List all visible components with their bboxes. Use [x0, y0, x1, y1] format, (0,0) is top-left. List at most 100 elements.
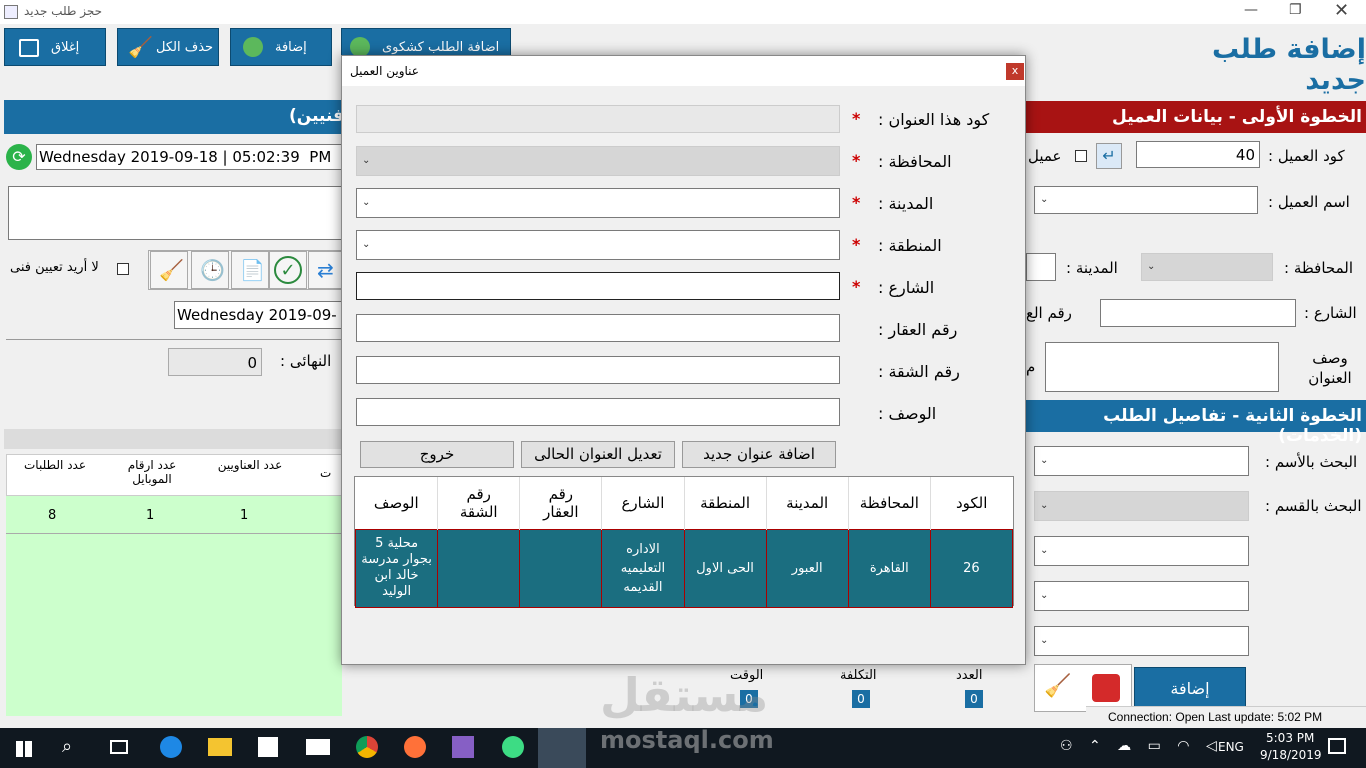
dlg-area-combo[interactable]: ⌄: [356, 230, 840, 260]
service-combo-3[interactable]: ⌄: [1034, 626, 1249, 656]
required-mark: *: [852, 109, 861, 128]
clock-date[interactable]: 9/18/2019: [1260, 748, 1322, 762]
stat-header-partial: ت: [320, 466, 332, 480]
notes-area[interactable]: [8, 186, 348, 240]
restore-button[interactable]: ❐: [1289, 2, 1302, 18]
service-combo-2[interactable]: ⌄: [1034, 581, 1249, 611]
customer-checkbox-label: عميل: [1028, 147, 1062, 165]
cell-apartment: [437, 528, 521, 608]
customer-name-combo[interactable]: ⌄: [1034, 186, 1258, 214]
active-app-icon[interactable]: [538, 728, 586, 768]
col-description: الوصف: [373, 493, 419, 512]
dlg-street-field[interactable]: [356, 272, 840, 300]
exit-button[interactable]: خروج: [360, 441, 514, 468]
cell-code: 26: [929, 528, 1014, 608]
dlg-governorate-label: المحافظة :: [878, 152, 952, 171]
street-label: الشارع :: [1304, 304, 1357, 322]
firefox-icon[interactable]: [404, 736, 426, 758]
add-new-address-button[interactable]: اضافة عنوان جديد: [682, 441, 836, 468]
governorate-combo[interactable]: ⌄: [1141, 253, 1273, 281]
close-window-button[interactable]: ✕: [1334, 0, 1349, 21]
customer-code-field[interactable]: 40: [1136, 141, 1260, 168]
windows-icon[interactable]: [16, 741, 32, 757]
edit-address-button[interactable]: تعديل العنوان الحالى: [521, 441, 675, 468]
col-code: الكود: [929, 477, 1013, 529]
addresses-grid: الكود المحافظة المدينة المنطقة الشارع رق…: [354, 476, 1014, 608]
file-explorer-icon[interactable]: [208, 738, 232, 756]
service-combo-1[interactable]: ⌄: [1034, 536, 1249, 566]
step2-add-button[interactable]: إضافة: [1134, 667, 1246, 711]
cell-city: العبور: [765, 528, 849, 608]
stat-addresses: 1: [240, 508, 249, 523]
customer-enter-icon[interactable]: ↵: [1096, 143, 1122, 169]
dlg-apartment-field[interactable]: [356, 356, 840, 384]
cell-property: [519, 528, 603, 608]
cell-governorate: القاهرة: [847, 528, 931, 608]
clean-tool-button[interactable]: 🧹: [150, 251, 188, 289]
schedule-tool-button[interactable]: 🕒: [191, 251, 229, 289]
address-desc-field[interactable]: [1045, 342, 1279, 392]
no-tech-checkbox[interactable]: [117, 263, 129, 275]
dlg-description-field[interactable]: [356, 398, 840, 426]
search-name-combo[interactable]: ⌄: [1034, 446, 1249, 476]
count-value: 0: [965, 690, 983, 708]
mail-icon[interactable]: [306, 739, 330, 755]
addresses-dialog: عناوين العميل x كود هذا العنوان : * المح…: [341, 55, 1026, 665]
confirm-tool-button[interactable]: ✓: [269, 251, 307, 289]
report-tool-button[interactable]: 📄: [231, 251, 269, 289]
visual-studio-icon[interactable]: [452, 736, 474, 758]
col-apartment: رقم الشقة: [437, 477, 520, 529]
close-form-button[interactable]: إغلاق: [4, 28, 106, 66]
task-view-icon[interactable]: [110, 740, 128, 754]
divider: [6, 339, 346, 340]
governorate-label: المحافظة :: [1284, 259, 1354, 277]
watermark-latin: mostaql.com: [600, 726, 774, 754]
cost-label: التكلفة: [840, 668, 877, 683]
store-icon[interactable]: [258, 737, 278, 757]
search-dept-combo[interactable]: ⌄: [1034, 491, 1249, 521]
cell-street: الاداره التعليميه القديمه: [601, 528, 685, 608]
edge-icon[interactable]: [160, 736, 182, 758]
step2-header: الخطوة الثانية - تفاصيل الطلب (الخدمات): [1026, 400, 1366, 446]
datetime-field[interactable]: Wednesday 2019-09-18 | 05:02:39 PM: [36, 144, 346, 170]
datetime-field-2[interactable]: Wednesday 2019-09-: [174, 301, 346, 329]
chevron-down-icon: ⌄: [1147, 261, 1156, 272]
title-bar: حجز طلب جديد — ❐ ✕: [0, 0, 1366, 24]
col-property: رقم العقار: [519, 477, 602, 529]
stat-header-mobiles: عدد ارقام الموبايل: [127, 458, 177, 486]
refresh-icon[interactable]: ⟳: [6, 144, 32, 170]
clock-time[interactable]: 5:03 PM: [1266, 731, 1314, 745]
check-icon: ✓: [274, 256, 302, 284]
final-label: النهائى :: [280, 352, 332, 370]
chrome-icon[interactable]: [356, 736, 378, 758]
stat-header-addresses: عدد العناويين: [217, 458, 283, 472]
dlg-property-field[interactable]: [356, 314, 840, 342]
chevron-down-icon: ⌄: [1040, 635, 1049, 646]
toolbox-icon[interactable]: [1092, 674, 1120, 702]
tray-icons: ⚇ ⌃ ☁ ▭ ◠ ◁: [1060, 738, 1223, 754]
android-studio-icon[interactable]: [502, 736, 524, 758]
street-field[interactable]: [1100, 299, 1296, 327]
dlg-apartment-label: رقم الشقة :: [878, 362, 960, 381]
dlg-governorate-combo[interactable]: ⌄: [356, 146, 840, 176]
customer-name-label: اسم العميل :: [1268, 193, 1350, 211]
broom-icon: 🧹: [128, 35, 153, 59]
chevron-down-icon: ⌄: [1040, 545, 1049, 556]
search-icon[interactable]: ⌕: [62, 736, 72, 757]
table-row[interactable]: 26 القاهرة العبور الحى الاول الاداره الت…: [354, 528, 1014, 608]
col-area: المنطقة: [683, 477, 767, 529]
language-indicator[interactable]: ENG: [1218, 740, 1244, 754]
clear-all-button[interactable]: 🧹 حذف الكل: [117, 28, 219, 66]
broom-icon[interactable]: 🧹: [1044, 674, 1071, 699]
city-field[interactable]: [1026, 253, 1056, 281]
minimize-button[interactable]: —: [1244, 2, 1258, 18]
col-city: المدينة: [765, 477, 849, 529]
count-label: العدد: [956, 668, 983, 683]
customer-checkbox[interactable]: [1075, 150, 1087, 162]
add-button[interactable]: إضافة: [230, 28, 332, 66]
dlg-city-combo[interactable]: ⌄: [356, 188, 840, 218]
notification-icon[interactable]: [1328, 738, 1346, 754]
dialog-close-button[interactable]: x: [1006, 63, 1024, 80]
address-extra-char: م: [1026, 358, 1036, 376]
watermark-arabic: مستقل: [600, 668, 769, 722]
